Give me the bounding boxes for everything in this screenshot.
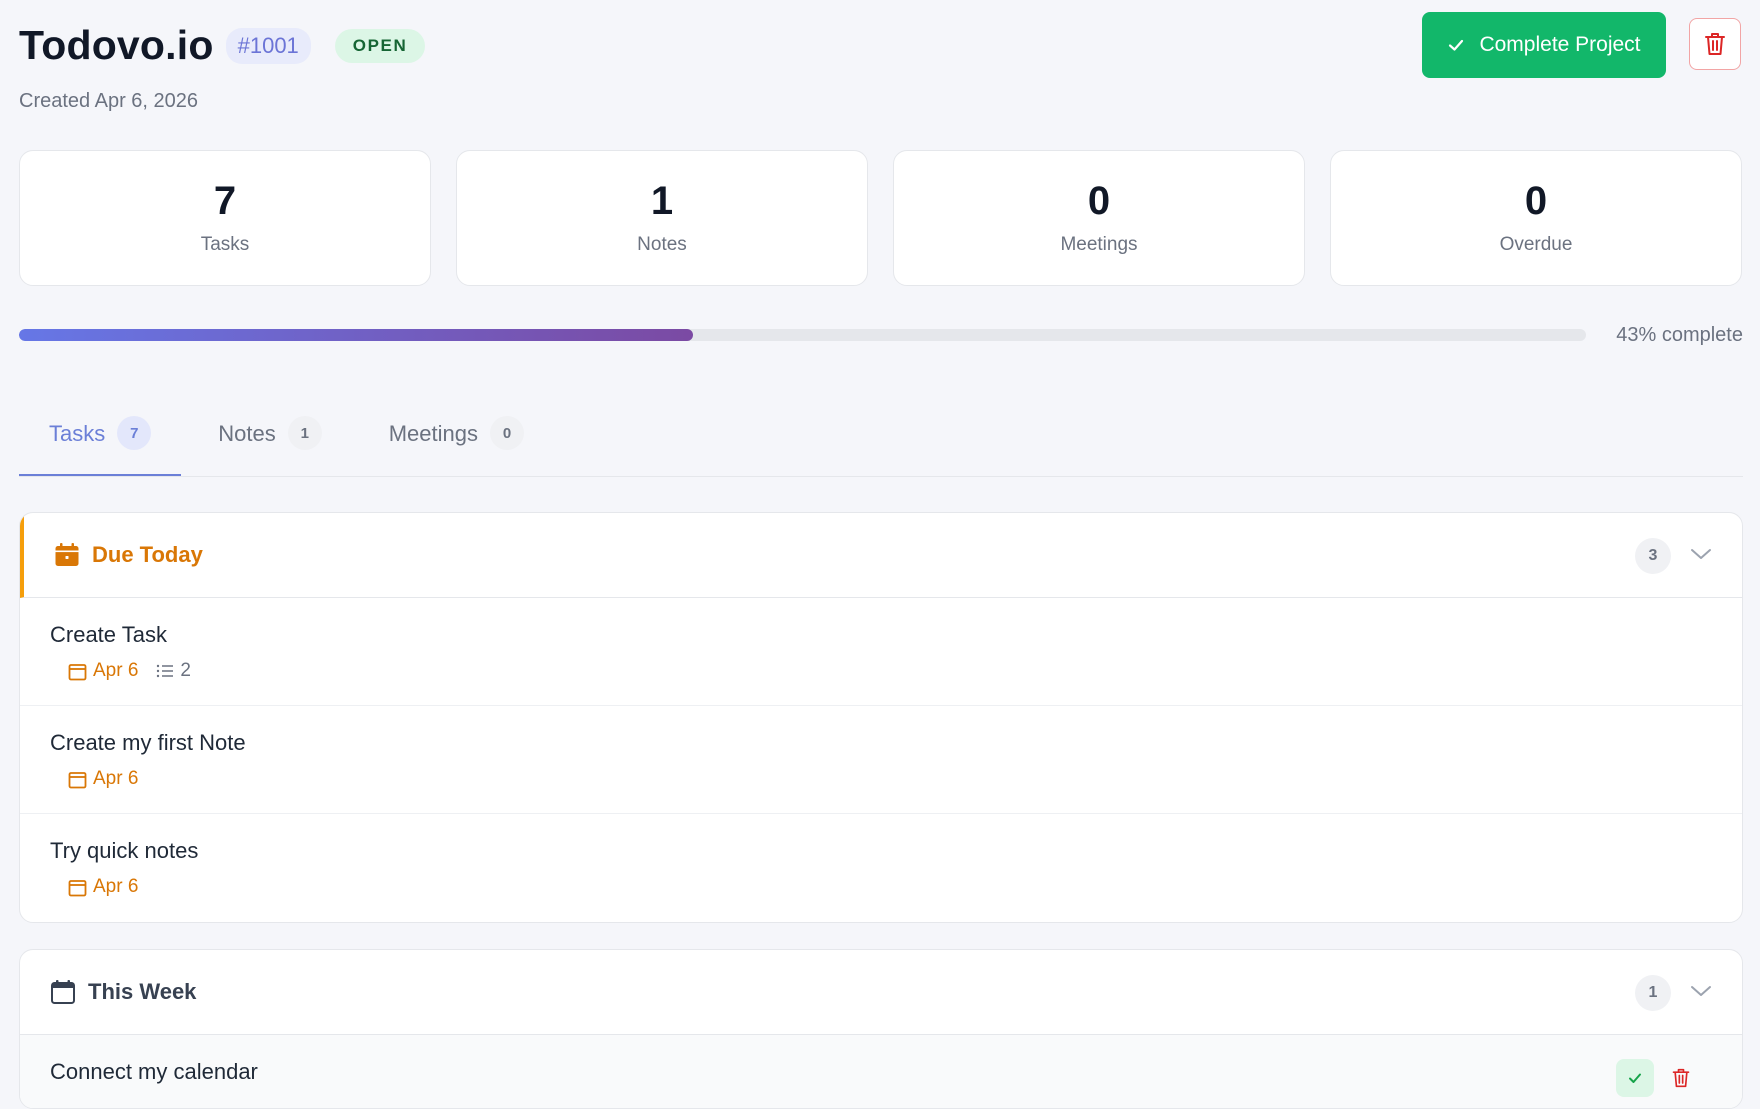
task-title: Try quick notes [50, 838, 199, 863]
chevron-down-icon[interactable] [1690, 980, 1712, 1007]
complete-project-label: Complete Project [1479, 33, 1641, 56]
trash-icon [1671, 1067, 1691, 1089]
tab-notes[interactable]: Notes 1 [188, 410, 351, 476]
calendar-icon [50, 979, 76, 1005]
task-title: Create Task [50, 622, 167, 647]
stat-value: 7 [213, 179, 237, 223]
progress-bar [19, 329, 1586, 341]
task-date-text: Apr 6 [93, 876, 139, 897]
task-row[interactable]: Try quick notes Apr 6 [20, 814, 1742, 922]
stat-label: Notes [637, 234, 687, 255]
stats-row: 7 Tasks 1 Notes 0 Meetings 0 Overdue [19, 150, 1742, 286]
tab-tasks[interactable]: Tasks 7 [19, 410, 182, 476]
task-row[interactable]: Create Task Apr 6 2 [20, 598, 1742, 706]
section-count-badge: 3 [1635, 538, 1671, 574]
complete-project-button[interactable]: Complete Project [1422, 12, 1666, 78]
stat-label: Overdue [1499, 234, 1573, 255]
stat-label: Tasks [200, 234, 250, 255]
stat-card-tasks: 7 Tasks [19, 150, 431, 286]
calendar-icon [68, 770, 87, 789]
task-row[interactable]: Create my first Note Apr 6 [20, 706, 1742, 814]
section-count-badge: 1 [1635, 975, 1671, 1011]
task-due-date: Apr 6 [68, 768, 138, 790]
section-header-this-week[interactable]: This Week 1 [20, 950, 1742, 1035]
task-meta: Apr 6 [68, 876, 138, 898]
stat-card-meetings: 0 Meetings [893, 150, 1305, 286]
tab-count-badge: 7 [117, 416, 152, 450]
task-date-text: Apr 6 [93, 660, 139, 681]
section-due-today: Due Today 3 Create Task Apr 6 2 Create m… [19, 512, 1743, 923]
section-header-due-today[interactable]: Due Today 3 [20, 513, 1742, 598]
task-subtasks: 2 [156, 660, 191, 682]
stat-value: 1 [650, 179, 674, 223]
stat-value: 0 [1087, 179, 1111, 223]
check-icon [1628, 1071, 1642, 1085]
check-icon [1447, 36, 1465, 54]
task-meta: Apr 6 2 [68, 660, 191, 682]
task-title: Connect my calendar [50, 1059, 258, 1084]
progress-label: 43% complete [1616, 324, 1743, 346]
created-date: Created Apr 6, 2026 [19, 90, 199, 112]
task-due-date: Apr 6 [68, 660, 138, 682]
tab-meetings[interactable]: Meetings 0 [359, 410, 554, 476]
task-due-date: Apr 6 [68, 876, 138, 898]
task-row[interactable]: Connect my calendar [20, 1035, 1742, 1108]
task-meta: Apr 6 [68, 768, 138, 790]
progress-fill [19, 329, 693, 341]
tab-label: Meetings [388, 421, 479, 446]
project-id-badge: #1001 [225, 27, 311, 64]
subtask-count: 2 [180, 660, 191, 681]
tab-label: Notes [218, 421, 276, 446]
task-title: Create my first Note [50, 730, 246, 755]
list-icon [156, 663, 174, 679]
task-date-text: Apr 6 [93, 768, 139, 789]
status-badge: OPEN [334, 28, 426, 63]
section-this-week: This Week 1 Connect my calendar [19, 949, 1743, 1109]
title-row: Todovo.io #1001 OPEN [19, 22, 426, 69]
trash-icon [1703, 31, 1727, 57]
project-title: Todovo.io [19, 22, 214, 68]
tab-label: Tasks [49, 421, 106, 446]
tab-count-badge: 0 [490, 416, 525, 450]
delete-task-button[interactable] [1662, 1059, 1700, 1097]
tab-bar: Tasks 7 Notes 1 Meetings 0 [19, 410, 1743, 477]
delete-project-button[interactable] [1689, 18, 1741, 70]
project-page: Todovo.io #1001 OPEN Created Apr 6, 2026… [19, 0, 1743, 1109]
chevron-down-icon[interactable] [1690, 543, 1712, 570]
stat-value: 0 [1524, 179, 1548, 223]
section-title: Due Today [92, 542, 203, 567]
stat-card-overdue: 0 Overdue [1330, 150, 1742, 286]
complete-task-button[interactable] [1616, 1059, 1654, 1097]
tab-count-badge: 1 [287, 416, 322, 450]
calendar-filled-icon [54, 542, 80, 568]
calendar-icon [68, 662, 87, 681]
calendar-icon [68, 878, 87, 897]
stat-card-notes: 1 Notes [456, 150, 868, 286]
project-header: Todovo.io #1001 OPEN Created Apr 6, 2026… [19, 0, 1743, 286]
section-title: This Week [88, 979, 197, 1004]
stat-label: Meetings [1060, 234, 1138, 255]
